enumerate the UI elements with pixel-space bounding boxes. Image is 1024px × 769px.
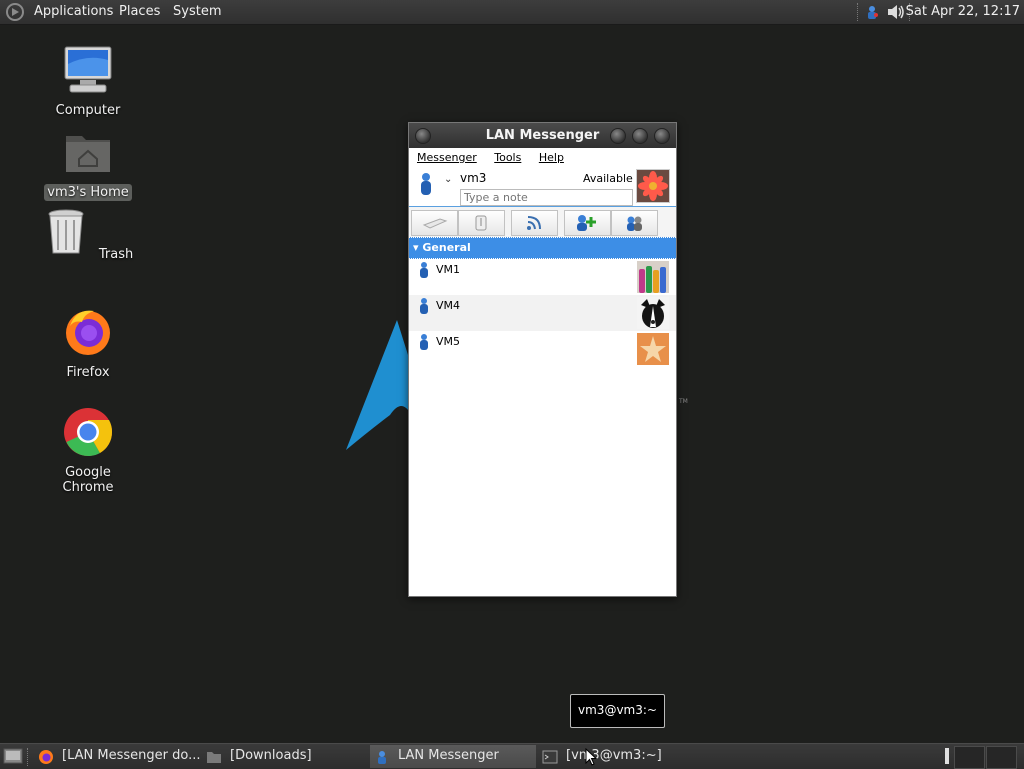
show-desktop-icon[interactable] bbox=[3, 747, 23, 765]
desktop-icon-chrome[interactable]: Google Chrome bbox=[38, 406, 138, 496]
window-title: LAN Messenger bbox=[485, 128, 600, 143]
add-contact-icon bbox=[577, 215, 596, 231]
status-available-icon[interactable] bbox=[419, 172, 433, 196]
terminal-icon bbox=[542, 750, 558, 764]
user-panel: ⌄ vm3 Available bbox=[409, 168, 676, 206]
broadcast-icon bbox=[422, 218, 448, 229]
minimize-button[interactable] bbox=[610, 128, 626, 144]
clock[interactable]: Sat Apr 22, 12:17 bbox=[906, 0, 1020, 24]
close-button[interactable] bbox=[654, 128, 670, 144]
messenger-icon bbox=[378, 751, 386, 764]
home-folder-icon bbox=[66, 136, 110, 172]
toolbar bbox=[409, 206, 676, 237]
mouse-cursor-icon bbox=[585, 748, 597, 766]
task-label: [LAN Messenger do... bbox=[62, 748, 200, 763]
workspace-2[interactable] bbox=[986, 746, 1017, 769]
rss-button[interactable] bbox=[511, 210, 558, 236]
task-label: [vm3@vm3:~] bbox=[566, 748, 662, 763]
desktop-icon-firefox[interactable]: Firefox bbox=[38, 306, 138, 381]
menubar: Messenger Tools Help bbox=[409, 148, 676, 168]
contact-list: VM1 VM4 VM5 bbox=[409, 259, 676, 367]
workspace-1[interactable] bbox=[954, 746, 985, 769]
window-menu-button[interactable] bbox=[415, 128, 431, 144]
starfish-avatar bbox=[637, 333, 669, 365]
taskbar-separator bbox=[27, 748, 30, 766]
contacts-icon bbox=[627, 216, 642, 231]
lan-messenger-tray-icon[interactable] bbox=[864, 4, 880, 20]
contact-row-vm5[interactable]: VM5 bbox=[409, 331, 676, 367]
menu-tools[interactable]: Tools bbox=[494, 151, 521, 164]
desktop-icon-label: Google Chrome bbox=[62, 465, 114, 495]
file-transfer-button[interactable] bbox=[458, 210, 505, 236]
task-label: [Downloads] bbox=[230, 748, 312, 763]
gnome-foot-icon[interactable] bbox=[4, 2, 26, 22]
bottom-taskbar: [LAN Messenger do... [Downloads] LAN Mes… bbox=[0, 743, 1024, 769]
menu-system[interactable]: System bbox=[173, 0, 221, 24]
flower-avatar-icon bbox=[637, 170, 669, 202]
file-transfer-icon bbox=[475, 215, 487, 231]
taskbar-tooltip: vm3@vm3:~ bbox=[570, 694, 665, 728]
add-contact-button[interactable] bbox=[564, 210, 611, 236]
top-panel: Applications Places System Sat Apr 22, 1… bbox=[0, 0, 1024, 25]
desktop-icon-label: Computer bbox=[55, 103, 121, 118]
dog-avatar bbox=[637, 297, 669, 329]
maximize-button[interactable] bbox=[632, 128, 648, 144]
menu-help[interactable]: Help bbox=[539, 151, 564, 164]
desktop-icon-label: Trash bbox=[98, 247, 134, 262]
status-available-icon bbox=[420, 298, 428, 314]
contact-name: VM5 bbox=[436, 335, 461, 348]
broadcast-button[interactable] bbox=[411, 210, 458, 236]
desktop-icon-home[interactable]: vm3's Home bbox=[38, 126, 138, 201]
folder-icon bbox=[207, 752, 221, 763]
contact-row-vm4[interactable]: VM4 bbox=[409, 295, 676, 331]
desktop-icon-trash[interactable]: Trash bbox=[38, 206, 138, 263]
menu-messenger[interactable]: Messenger bbox=[417, 151, 477, 164]
status-chevron-down-icon[interactable]: ⌄ bbox=[444, 174, 452, 185]
expand-triangle-icon: ▾ bbox=[413, 241, 419, 254]
task-downloads[interactable]: [Downloads] bbox=[202, 745, 368, 768]
menu-places[interactable]: Places bbox=[119, 0, 160, 24]
task-terminal[interactable]: [vm3@vm3:~] bbox=[538, 745, 704, 768]
group-header-general[interactable]: ▾ General bbox=[409, 237, 676, 259]
lan-messenger-window: LAN Messenger Messenger Tools Help ⌄ vm3… bbox=[408, 122, 677, 597]
status-available-icon bbox=[420, 262, 428, 278]
trash-icon bbox=[48, 209, 84, 254]
rss-icon bbox=[527, 216, 541, 230]
user-avatar[interactable] bbox=[636, 169, 670, 203]
status-available-icon bbox=[420, 334, 428, 350]
firefox-icon bbox=[66, 310, 110, 355]
contact-name: VM4 bbox=[436, 299, 461, 312]
user-name: vm3 bbox=[460, 171, 487, 185]
tray-separator bbox=[857, 3, 860, 21]
firefox-icon bbox=[39, 750, 53, 764]
trademark-mark: TM bbox=[679, 398, 688, 405]
contact-name: VM1 bbox=[436, 263, 461, 276]
desktop-icon-label: vm3's Home bbox=[44, 184, 132, 201]
workspace-handle[interactable] bbox=[945, 748, 949, 764]
desktop-icon-computer[interactable]: Computer bbox=[38, 44, 138, 119]
group-label: General bbox=[422, 241, 471, 254]
bottles-avatar bbox=[637, 261, 669, 293]
chrome-icon bbox=[64, 408, 113, 457]
desktop-icon-label: Firefox bbox=[66, 365, 110, 380]
status-label[interactable]: Available bbox=[583, 172, 633, 185]
window-titlebar[interactable]: LAN Messenger bbox=[409, 123, 676, 148]
task-firefox[interactable]: [LAN Messenger do... bbox=[34, 745, 200, 768]
task-lan-messenger[interactable]: LAN Messenger bbox=[370, 745, 536, 768]
contact-row-vm1[interactable]: VM1 bbox=[409, 259, 676, 295]
menu-applications[interactable]: Applications bbox=[34, 0, 113, 24]
contacts-button[interactable] bbox=[611, 210, 658, 236]
volume-icon[interactable] bbox=[886, 3, 906, 21]
note-input[interactable] bbox=[460, 189, 633, 206]
task-label: LAN Messenger bbox=[398, 748, 499, 763]
computer-icon bbox=[64, 46, 112, 93]
